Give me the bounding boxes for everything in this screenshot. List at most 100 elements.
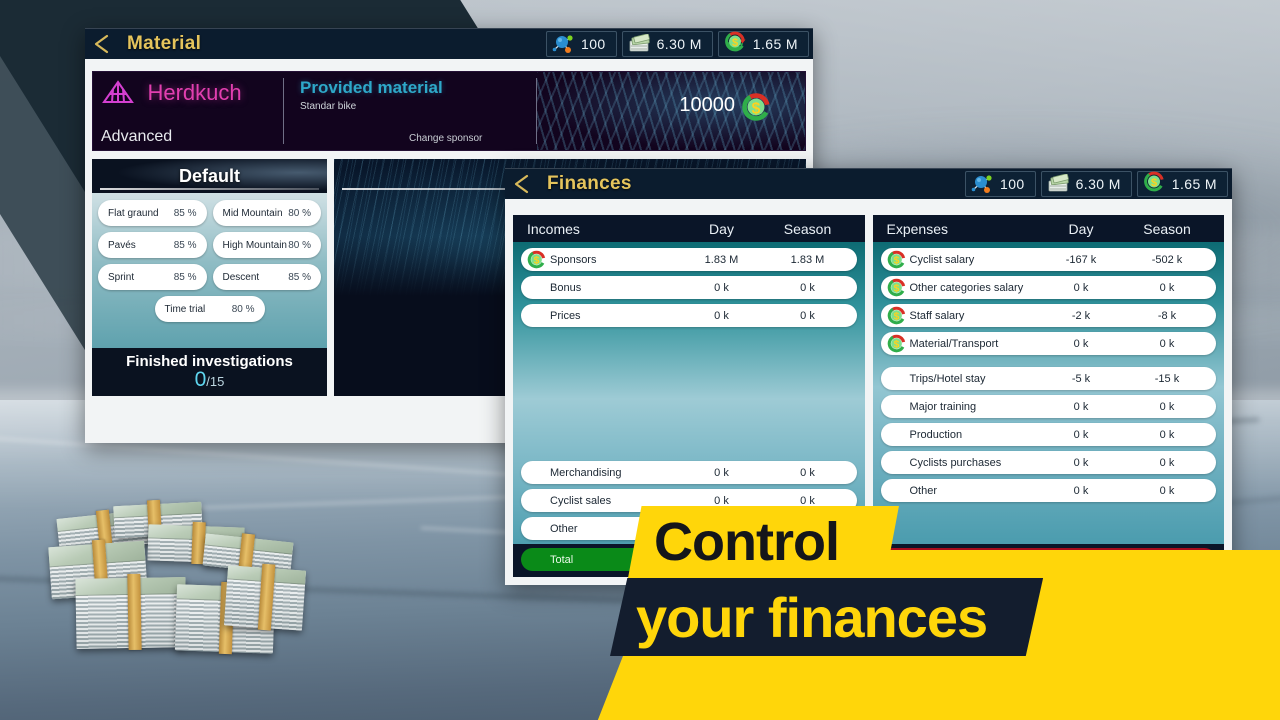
- skill-pill[interactable]: Mid Mountain 80 %: [212, 200, 321, 226]
- stat-budget-value: 6.30 M: [656, 36, 702, 52]
- row-day-value: 0 k: [714, 309, 729, 322]
- row-day-value: -2 k: [1071, 309, 1091, 322]
- incomes-spacer: [521, 332, 857, 456]
- table-row[interactable]: Major training 0 k 0 k: [880, 395, 1216, 418]
- svg-text:$: $: [893, 255, 899, 266]
- skills-grid: Flat graund 85 % Mid Mountain 80 % Pavés…: [92, 193, 327, 348]
- row-day-value: 0 k: [1073, 281, 1089, 294]
- stat-research-value: 100: [1000, 176, 1025, 192]
- sponsor-name: Herdkuch: [147, 80, 242, 105]
- skill-pill[interactable]: Descent 85 %: [212, 264, 321, 290]
- row-day-value: -167 k: [1065, 253, 1097, 266]
- stat-money-value: 1.65 M: [1171, 176, 1217, 192]
- row-season-value: 0 k: [1159, 428, 1175, 441]
- money-refresh-icon: $: [887, 278, 906, 297]
- svg-text:$: $: [534, 255, 540, 266]
- cash-stack-icon: [1046, 173, 1072, 194]
- change-sponsor-button[interactable]: Change sponsor: [409, 133, 482, 144]
- resource-stats-bar: 100 6.30 M $ 1.65 M: [965, 171, 1228, 197]
- skill-name: Descent: [222, 271, 260, 283]
- promo-line1: Control: [654, 512, 840, 572]
- investigations-label: Finished investigations: [126, 352, 293, 370]
- skill-name: High Mountain: [222, 239, 287, 251]
- row-day-value: 0 k: [1073, 428, 1089, 441]
- skill-pill[interactable]: High Mountain 80 %: [212, 232, 321, 258]
- skill-value: 80 %: [288, 239, 311, 251]
- sponsor-tier: Advanced: [101, 128, 173, 145]
- row-season-value: 0 k: [1159, 400, 1175, 413]
- table-row[interactable]: Production 0 k 0 k: [880, 423, 1216, 446]
- stat-money[interactable]: $ 1.65 M: [717, 31, 809, 57]
- money-refresh-icon: $: [887, 334, 906, 353]
- row-day-value: 0 k: [1073, 456, 1089, 469]
- svg-text:$: $: [893, 339, 899, 350]
- sponsor-identity: Herdkuch Advanced: [93, 72, 283, 150]
- row-label: Production: [909, 428, 963, 441]
- finances-titlebar: Finances 100 6.30 M $ 1.65 M: [505, 168, 1232, 199]
- skill-pill[interactable]: Flat graund 85 %: [98, 200, 207, 226]
- table-row[interactable]: $ Material/Transport 0 k 0 k: [880, 332, 1216, 355]
- row-label: Trips/Hotel stay: [909, 372, 986, 385]
- row-season-value: 0 k: [800, 281, 815, 294]
- table-row[interactable]: $ Sponsors 1.83 M 1.83 M: [521, 248, 857, 271]
- row-day-value: 0 k: [714, 466, 729, 479]
- investigations-total: /15: [206, 373, 225, 389]
- row-season-value: 0 k: [1159, 337, 1175, 350]
- default-panel-title: Default: [92, 159, 327, 193]
- promo-line2: your finances: [636, 585, 988, 649]
- stat-research[interactable]: 100: [965, 171, 1036, 197]
- row-label: Cyclists purchases: [909, 456, 1002, 469]
- sponsor-price: 10000: [679, 94, 735, 116]
- row-label: Prices: [550, 309, 581, 322]
- back-chevron-icon[interactable]: [85, 29, 119, 60]
- incomes-header-season: Season: [783, 220, 832, 237]
- table-row[interactable]: Merchandising 0 k 0 k: [521, 461, 857, 484]
- skill-value: 85 %: [173, 239, 197, 251]
- svg-text:$: $: [1151, 177, 1157, 189]
- skill-name: Time trial: [164, 303, 206, 315]
- cash-stacks-image: [36, 486, 308, 666]
- page-title: Material: [127, 33, 202, 54]
- row-day-value: 0 k: [1073, 400, 1089, 413]
- skill-value: 80 %: [288, 207, 311, 219]
- table-row[interactable]: $ Staff salary -2 k -8 k: [880, 304, 1216, 327]
- back-chevron-icon[interactable]: [505, 169, 539, 200]
- row-label: Cyclist salary: [909, 253, 975, 266]
- row-label: Other categories salary: [909, 281, 1024, 294]
- provided-material-title: Provided material: [300, 78, 443, 97]
- promo-line2-band: your finances: [610, 578, 1044, 656]
- skill-value: 80 %: [231, 303, 255, 315]
- promo-banner: Control your finances: [590, 490, 1280, 720]
- table-row[interactable]: Bonus 0 k 0 k: [521, 276, 857, 299]
- stat-budget[interactable]: 6.30 M: [621, 31, 713, 57]
- stat-research[interactable]: 100: [546, 31, 617, 57]
- promo-line1-band: Control: [628, 506, 899, 578]
- sponsor-card[interactable]: Herdkuch Advanced Provided material Stan…: [92, 71, 806, 151]
- skill-name: Pavés: [108, 239, 136, 251]
- table-row[interactable]: $ Other categories salary 0 k 0 k: [880, 276, 1216, 299]
- row-day-value: -5 k: [1071, 372, 1091, 385]
- table-row[interactable]: Cyclists purchases 0 k 0 k: [880, 451, 1216, 474]
- expenses-header-season: Season: [1143, 220, 1191, 237]
- table-row[interactable]: Prices 0 k 0 k: [521, 304, 857, 327]
- table-row[interactable]: Trips/Hotel stay -5 k -15 k: [880, 367, 1216, 390]
- investigations-done: 0: [194, 367, 207, 391]
- cash-stack-icon: [627, 33, 653, 54]
- skill-pill[interactable]: Sprint 85 %: [98, 264, 207, 290]
- page-title: Finances: [547, 173, 632, 194]
- expenses-header: Expenses Day Season: [872, 215, 1224, 242]
- money-refresh-icon: $: [887, 306, 906, 325]
- row-label: Material/Transport: [909, 337, 999, 350]
- row-label: Staff salary: [909, 309, 965, 322]
- stat-budget[interactable]: 6.30 M: [1040, 171, 1132, 197]
- row-season-value: -502 k: [1151, 253, 1183, 266]
- row-season-value: 0 k: [1159, 456, 1175, 469]
- row-season-value: -15 k: [1154, 372, 1180, 385]
- skill-value: 85 %: [288, 271, 311, 283]
- row-season-value: 1.83 M: [790, 253, 825, 266]
- stat-money[interactable]: $ 1.65 M: [1136, 171, 1228, 197]
- skill-pill[interactable]: Pavés 85 %: [98, 232, 207, 258]
- incomes-header: Incomes Day Season: [513, 215, 865, 242]
- skill-pill-time-trial[interactable]: Time trial 80 %: [154, 296, 265, 322]
- table-row[interactable]: $ Cyclist salary -167 k -502 k: [880, 248, 1216, 271]
